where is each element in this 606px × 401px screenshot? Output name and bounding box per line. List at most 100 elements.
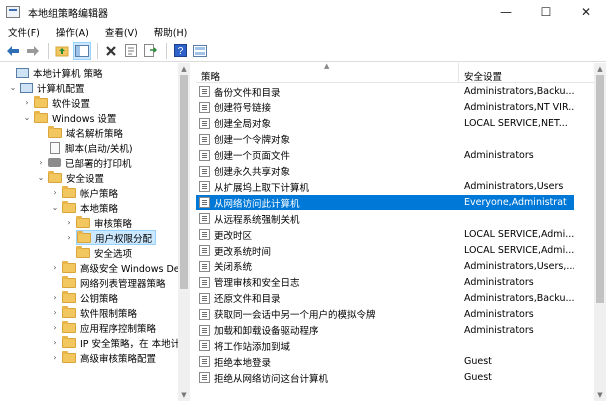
tree-node-software-restriction[interactable]: › 软件限制策略: [50, 305, 137, 320]
scrollbar-thumb[interactable]: [180, 75, 188, 289]
tree-node-windows-settings[interactable]: ⌄ Windows 设置: [22, 110, 116, 125]
policy-row[interactable]: 创建一个令牌对象: [196, 132, 574, 147]
svg-text:?: ?: [177, 46, 183, 57]
tree-node-label: 域名解析策略: [66, 128, 124, 140]
tree-node-account-policies[interactable]: › 帐户策略: [50, 185, 118, 200]
tree-node-printers[interactable]: › 已部署的打印机: [36, 155, 132, 170]
policy-setting: Administrators,Users: [464, 181, 564, 193]
chevron-right-icon[interactable]: ›: [36, 158, 46, 168]
tree-node-local-policies[interactable]: ⌄ 本地策略: [50, 200, 118, 215]
tree-node-local-policy[interactable]: 本地计算机 策略: [4, 65, 103, 80]
tree-node-label: 公钥策略: [80, 293, 119, 305]
back-icon[interactable]: [4, 42, 22, 60]
chevron-right-icon[interactable]: ›: [50, 353, 60, 363]
chevron-down-icon[interactable]: ⌄: [22, 113, 32, 123]
tree-node-audit-policy[interactable]: › 审核策略: [64, 215, 132, 230]
menu-view[interactable]: 查看(V): [97, 25, 146, 39]
window-title: 本地组策略编辑器: [28, 8, 108, 20]
toolbar-separator: [48, 42, 49, 59]
tree-node-label: 帐户策略: [80, 188, 119, 200]
chevron-right-icon[interactable]: ›: [50, 293, 60, 303]
policy-row[interactable]: 备份文件和目录 Administrators,Backu...: [196, 84, 574, 99]
chevron-icon: [64, 248, 74, 258]
tree-node-advanced-audit[interactable]: › 高级审核策略配置: [50, 350, 156, 365]
column-header-setting[interactable]: 安全设置: [464, 69, 502, 83]
menu-help[interactable]: 帮助(H): [146, 25, 196, 39]
scroll-down-icon[interactable]: ▼: [594, 389, 606, 401]
tree-node-computer-config[interactable]: ⌄ 计算机配置: [8, 80, 85, 95]
printer-icon: [48, 158, 61, 167]
policy-name: 还原文件和目录: [214, 294, 281, 306]
close-button[interactable]: ✕: [566, 0, 606, 24]
policy-row[interactable]: 获取同一会话中另一个用户的模拟令牌 Administrators: [196, 307, 574, 322]
column-divider[interactable]: [458, 63, 459, 83]
window-controls: — ☐ ✕: [486, 0, 606, 24]
tree-node-security-settings[interactable]: ⌄ 安全设置: [36, 170, 104, 185]
chevron-right-icon[interactable]: ›: [50, 323, 60, 333]
tree-node-ip-security[interactable]: › IP 安全策略，在 本地计: [50, 335, 180, 350]
policy-row[interactable]: 拒绝从网络访问这台计算机 Guest: [196, 370, 574, 385]
chevron-right-icon[interactable]: ›: [50, 308, 60, 318]
policy-row[interactable]: 管理审核和安全日志 Administrators: [196, 275, 574, 290]
policy-row[interactable]: 还原文件和目录 Administrators,Backu...: [196, 291, 574, 306]
tree-node-public-key[interactable]: › 公钥策略: [50, 290, 118, 305]
view-icon[interactable]: [191, 42, 209, 60]
chevron-right-icon[interactable]: ›: [64, 233, 74, 243]
properties-icon[interactable]: [122, 42, 140, 60]
tree-node-software-settings[interactable]: › 软件设置: [22, 95, 90, 110]
policy-row[interactable]: 创建全局对象 LOCAL SERVICE,NET...: [196, 116, 574, 131]
policy-setting: Guest: [464, 356, 492, 368]
scroll-up-icon[interactable]: ▲: [178, 63, 190, 75]
chevron-right-icon[interactable]: ›: [50, 188, 60, 198]
scrollbar-thumb[interactable]: [596, 75, 604, 303]
tree-node-app-control[interactable]: › 应用程序控制策略: [50, 320, 156, 335]
policy-row[interactable]: 关闭系统 Administrators,Users,...: [196, 259, 574, 274]
policy-row[interactable]: 从远程系统强制关机: [196, 211, 574, 226]
policy-row[interactable]: 从网络访问此计算机 Everyone,Administrat: [196, 195, 574, 211]
tree-node-network-list[interactable]: 网络列表管理器策略: [50, 275, 166, 290]
export-icon[interactable]: [142, 42, 160, 60]
show-tree-icon[interactable]: [73, 41, 91, 60]
minimize-button[interactable]: —: [486, 0, 526, 24]
tree-node-dns-policy[interactable]: 域名解析策略: [36, 125, 123, 140]
policy-setting: Administrators,Backu...: [464, 86, 574, 97]
maximize-button[interactable]: ☐: [526, 0, 566, 24]
policy-row[interactable]: 创建永久共享对象: [196, 164, 574, 179]
list-scrollbar[interactable]: ▲ ▼: [594, 63, 606, 401]
scroll-up-icon[interactable]: ▲: [594, 63, 606, 75]
chevron-right-icon[interactable]: ›: [50, 263, 60, 273]
policy-row[interactable]: 拒绝本地登录 Guest: [196, 354, 574, 369]
chevron-down-icon[interactable]: ⌄: [36, 173, 46, 183]
chevron-down-icon[interactable]: ⌄: [50, 203, 60, 213]
tree-node-label: Windows 设置: [52, 113, 117, 125]
column-header-policy[interactable]: 策略: [201, 69, 220, 83]
policy-row[interactable]: 从扩展坞上取下计算机 Administrators,Users: [196, 179, 574, 194]
chevron-down-icon[interactable]: ⌄: [8, 83, 18, 93]
policy-row[interactable]: 更改时区 LOCAL SERVICE,Admi...: [196, 227, 574, 242]
chevron-right-icon[interactable]: ›: [22, 98, 32, 108]
tree-node-scripts[interactable]: 脚本(启动/关机): [36, 140, 133, 155]
folder-icon: [76, 215, 90, 228]
tree-node-label: 网络列表管理器策略: [80, 278, 166, 290]
chevron-right-icon[interactable]: ›: [64, 218, 74, 228]
forward-icon[interactable]: [24, 42, 42, 60]
delete-icon[interactable]: [102, 42, 120, 60]
tree-node-security-options[interactable]: 安全选项: [64, 245, 132, 260]
up-icon[interactable]: [53, 42, 71, 60]
scroll-down-icon[interactable]: ▼: [178, 389, 190, 401]
help-icon[interactable]: ?: [171, 42, 189, 60]
menu-bar: 文件(F) 操作(A) 查看(V) 帮助(H): [0, 24, 606, 40]
tree-node-defender-firewall[interactable]: › 高级安全 Windows Defe: [50, 260, 189, 275]
tree-scrollbar[interactable]: ▲ ▼: [178, 63, 190, 401]
policy-row[interactable]: 创建符号链接 Administrators,NT VIR...: [196, 100, 574, 115]
policy-row[interactable]: 更改系统时间 LOCAL SERVICE,Admi...: [196, 243, 574, 258]
menu-action[interactable]: 操作(A): [48, 25, 97, 39]
policy-row[interactable]: 加载和卸载设备驱动程序 Administrators: [196, 323, 574, 338]
menu-file[interactable]: 文件(F): [0, 25, 48, 39]
tree-node-user-rights[interactable]: › 用户权限分配: [64, 230, 157, 245]
chevron-right-icon[interactable]: ›: [50, 338, 60, 348]
tree-node-label: 计算机配置: [37, 83, 85, 95]
policy-row[interactable]: 创建一个页面文件 Administrators: [196, 148, 574, 163]
policy-row[interactable]: 将工作站添加到域: [196, 338, 574, 353]
policy-icon: [199, 197, 210, 209]
